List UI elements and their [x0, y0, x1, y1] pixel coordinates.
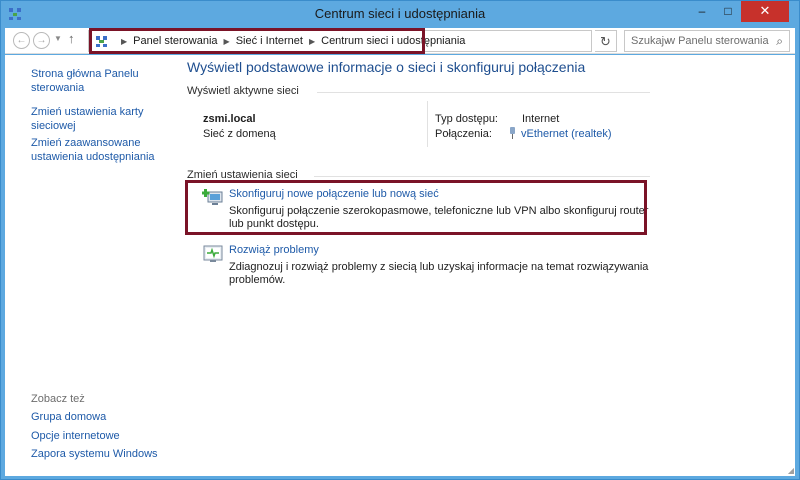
connection-name[interactable]: vEthernet (realtek): [521, 128, 611, 140]
see-also-label: Zobacz też: [31, 393, 85, 405]
troubleshoot-icon: [203, 245, 223, 262]
vertical-divider: [427, 101, 428, 147]
task-highlight-frame: [185, 180, 647, 235]
divider: [314, 176, 650, 177]
sidebar-link-change-adapter-settings[interactable]: Zmień ustawienia karty sieciowej: [31, 105, 161, 133]
resize-grip-icon[interactable]: ◢: [788, 466, 794, 475]
access-type-label: Typ dostępu:: [435, 113, 498, 125]
active-networks-label: Wyświetl aktywne sieci: [187, 85, 299, 97]
troubleshoot-description: Zdiagnozuj i rozwiąż problemy z siecią l…: [229, 261, 649, 286]
refresh-icon[interactable]: ↻: [595, 30, 617, 52]
search-placeholder: Szukaj w Panelu sterowania: [631, 35, 769, 47]
network-type[interactable]: Sieć z domeną: [203, 128, 276, 140]
access-type-value: Internet: [522, 113, 560, 125]
search-input[interactable]: Szukaj w Panelu sterowania ⌕: [624, 30, 790, 52]
main-content: Strona główna Panelu sterowania Zmień us…: [5, 55, 795, 476]
page-title: Wyświetl podstawowe informacje o sieci i…: [187, 59, 586, 75]
sidebar-link-advanced-sharing[interactable]: Zmień zaawansowane ustawienia udostępnia…: [31, 136, 161, 164]
close-icon[interactable]: ✕: [741, 1, 789, 22]
recent-locations-chevron-icon[interactable]: ▼: [54, 34, 62, 43]
forward-arrow-icon[interactable]: →: [33, 32, 50, 49]
divider: [317, 92, 650, 93]
breadcrumb-highlight-frame: [89, 28, 425, 54]
back-arrow-icon[interactable]: ←: [13, 32, 30, 49]
troubleshoot-link[interactable]: Rozwiąż problemy: [229, 244, 319, 256]
up-arrow-icon[interactable]: ↑: [68, 31, 75, 46]
sidebar-link-windows-firewall[interactable]: Zapora systemu Windows: [31, 447, 158, 461]
window-title: Centrum sieci i udostępniania: [314, 6, 486, 21]
maximize-icon[interactable]: □: [715, 1, 741, 22]
title-bar[interactable]: Centrum sieci i udostępniania ‒ □ ✕: [1, 1, 799, 28]
network-name: zsmi.local: [203, 113, 256, 125]
sidebar-link-homegroup[interactable]: Grupa domowa: [31, 410, 106, 424]
connections-label: Połączenia:: [435, 128, 492, 140]
window: Centrum sieci i udostępniania ‒ □ ✕ ← → …: [0, 0, 800, 480]
search-icon[interactable]: ⌕: [776, 34, 783, 49]
sidebar-link-internet-options[interactable]: Opcje internetowe: [31, 429, 120, 443]
sidebar-link-control-panel-home[interactable]: Strona główna Panelu sterowania: [31, 67, 161, 95]
ethernet-connection-icon: [510, 127, 515, 139]
connection-link[interactable]: vEthernet (realtek): [509, 127, 611, 140]
minimize-icon[interactable]: ‒: [689, 1, 715, 22]
